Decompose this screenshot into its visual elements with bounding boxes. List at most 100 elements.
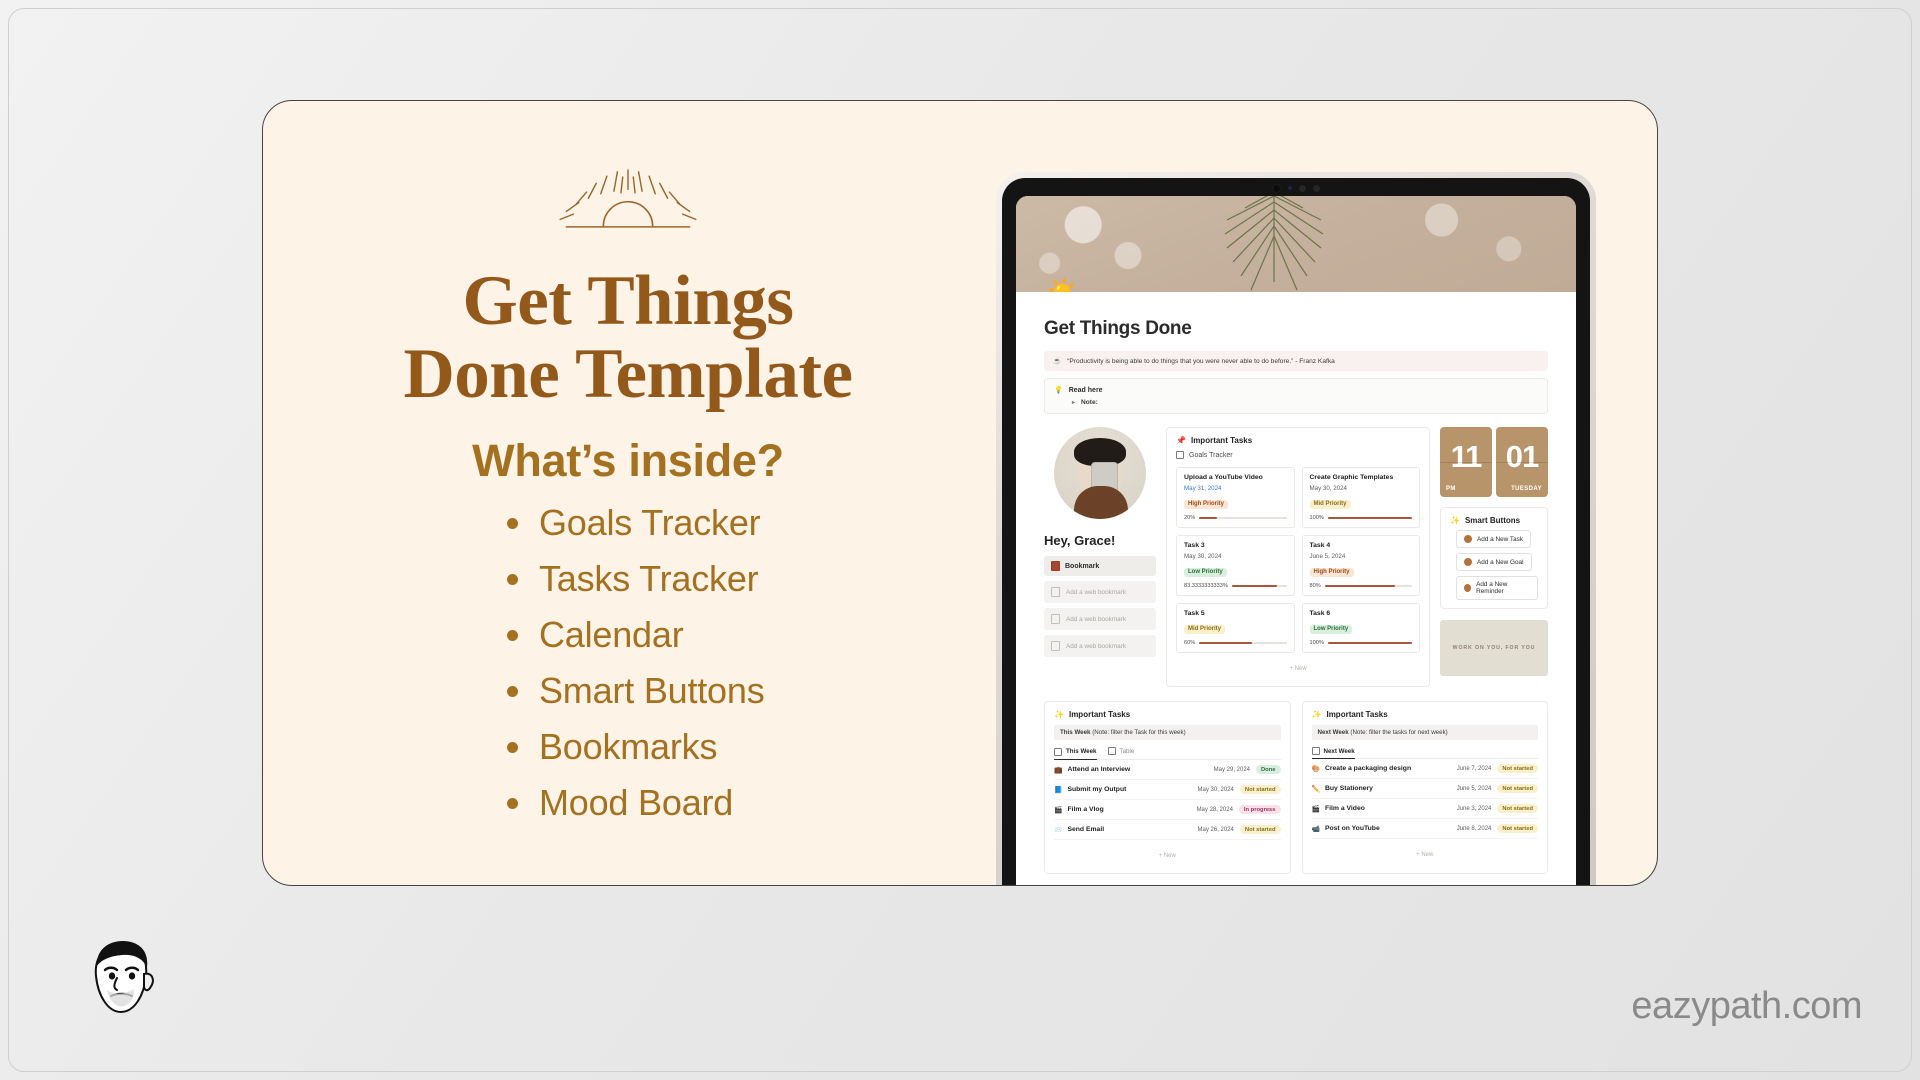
priority-badge: Mid Priority <box>1309 499 1351 509</box>
task-title: Task 3 <box>1184 542 1205 549</box>
important-tasks-column: 📌 Important Tasks Goals Tracker Upload a… <box>1166 427 1430 687</box>
tab-next-week[interactable]: Next Week <box>1311 747 1355 759</box>
task-emoji-icon: 🎬 <box>1054 806 1063 814</box>
callout-note-label: Note: <box>1081 399 1098 406</box>
pin-icon: 📌 <box>1176 436 1186 445</box>
clock-weekday: TUESDAY <box>1511 486 1542 492</box>
table-row[interactable]: 🎨 Create a packaging design June 7, 2024 … <box>1311 759 1538 779</box>
subheading: What’s inside? <box>472 434 784 486</box>
smart-buttons-panel: ✨ Smart Buttons Add a New Task Add a New… <box>1440 507 1548 609</box>
progress-percent: 83.3333333333% <box>1184 583 1228 589</box>
add-bookmark-row[interactable]: Add a web bookmark <box>1044 608 1156 630</box>
sunrise-icon <box>559 169 697 228</box>
progress-row: 60% <box>1184 640 1287 646</box>
profile-column: Hey, Grace! Bookmark Add a web bookmark <box>1044 427 1156 687</box>
task-emoji-icon: ✏️ <box>1311 785 1320 793</box>
add-new-task-button[interactable]: Add a New Task <box>1456 530 1532 548</box>
widgets-column: 11 PM 01 TUESDAY ✨ Smart Buttons Add a N… <box>1440 427 1548 687</box>
list-view-icon <box>1054 747 1062 756</box>
dashboard-row: Hey, Grace! Bookmark Add a web bookmark <box>1044 427 1548 687</box>
list-item: Tasks Tracker <box>503 560 993 597</box>
clock-hour-value: 11 <box>1450 439 1483 474</box>
table-row[interactable]: 🎬 Film a Vlog May 28, 2024 In progress <box>1054 800 1281 820</box>
status-badge: Not started <box>1497 784 1538 793</box>
promo-card: Get Things Done Template What’s inside? … <box>262 100 1658 886</box>
this-week-note-rest: (Note: filter the Task for this week) <box>1090 729 1186 736</box>
greeting-text: Hey, Grace! <box>1044 533 1116 548</box>
important-tasks-title-row: 📌 Important Tasks <box>1176 436 1420 445</box>
web-bookmark-icon <box>1051 587 1060 597</box>
notion-cover-image: ☀️ <box>1016 196 1576 292</box>
task-card[interactable]: Upload a YouTube Video May 31, 2024 High… <box>1176 467 1295 528</box>
task-card[interactable]: Task 5 Mid Priority 60% <box>1176 603 1295 653</box>
list-item: Goals Tracker <box>503 504 993 541</box>
list-view-icon <box>1311 747 1320 755</box>
table-row[interactable]: 📹 Post on YouTube June 8, 2024 Not starte… <box>1311 819 1538 839</box>
tab-label: Next Week <box>1323 747 1355 755</box>
tablet-sensor-row <box>1002 183 1590 193</box>
task-date-cell: May 28, 2024 <box>1196 806 1233 813</box>
task-card[interactable]: Task 4 June 5, 2024 High Priority 80% <box>1301 535 1420 596</box>
camera-icon <box>1272 183 1281 193</box>
bookmark-section-header: Bookmark <box>1044 556 1156 576</box>
page-title: Get Things Done Template <box>403 262 853 410</box>
table-row[interactable]: 📘 Submit my Output May 30, 2024 Not start… <box>1054 780 1281 800</box>
table-row[interactable]: 🎬 Film a Video June 3, 2024 Not started <box>1311 799 1538 819</box>
tablet-device: ☀️ Get Things Done ☕ “Productivity is be… <box>996 172 1596 885</box>
progress-row: 80% <box>1310 583 1412 589</box>
add-bookmark-row[interactable]: Add a web bookmark <box>1044 635 1156 657</box>
add-bookmark-label: Add a web bookmark <box>1066 615 1127 623</box>
callout-note-row[interactable]: ▸ Note: <box>1054 399 1538 406</box>
add-new-row-button[interactable]: + New <box>1312 846 1539 864</box>
goals-tracker-row[interactable]: Goals Tracker <box>1176 451 1420 459</box>
priority-badge: Mid Priority <box>1184 624 1226 634</box>
task-emoji-icon: 💼 <box>1054 766 1063 774</box>
task-card[interactable]: Task 6 Low Priority 100% <box>1301 603 1420 653</box>
headline-line-1: Get Things <box>462 262 794 340</box>
read-here-callout: 💡 Read here ▸ Note: <box>1044 378 1548 414</box>
this-week-note: This Week (Note: filter the Task for thi… <box>1054 725 1281 740</box>
add-new-row-button[interactable]: + New <box>1054 847 1281 865</box>
goals-tracker-label: Goals Tracker <box>1189 451 1233 459</box>
add-bookmark-row[interactable]: Add a web bookmark <box>1044 581 1156 603</box>
callout-title: Read here <box>1068 386 1103 394</box>
smart-button-label: Add a New Goal <box>1477 558 1524 566</box>
tab-label: Table <box>1119 747 1135 755</box>
task-emoji-icon: 📨 <box>1054 826 1063 834</box>
task-emoji-icon: 📘 <box>1054 786 1063 794</box>
task-card[interactable]: Create Graphic Templates May 30, 2024 Mi… <box>1301 467 1420 528</box>
progress-bar <box>1199 517 1287 519</box>
add-new-task-button[interactable]: + New <box>1176 660 1420 678</box>
important-tasks-title: Important Tasks <box>1190 436 1253 445</box>
clock-meridiem: PM <box>1446 486 1456 492</box>
add-new-goal-button[interactable]: Add a New Goal <box>1456 553 1532 571</box>
palm-frond-icon <box>1224 196 1323 291</box>
task-name-cell: 📨 Send Email <box>1054 826 1192 834</box>
task-card[interactable]: Task 3 May 30, 2024 Low Priority 83.3333… <box>1176 535 1295 596</box>
task-card-grid: Upload a YouTube Video May 31, 2024 High… <box>1176 467 1420 653</box>
chevron-right-icon[interactable]: ▸ <box>1072 399 1075 406</box>
tab-table[interactable]: Table <box>1107 747 1135 755</box>
status-badge: Not started <box>1497 824 1538 833</box>
add-new-reminder-button[interactable]: Add a New Reminder <box>1456 576 1538 600</box>
table-row[interactable]: 📨 Send Email May 26, 2024 Not started <box>1054 820 1281 840</box>
tab-label: This Week <box>1066 748 1097 755</box>
next-week-note-bold: Next Week <box>1317 729 1349 736</box>
task-date-cell: June 5, 2024 <box>1456 785 1492 792</box>
sparkles-icon: ✨ <box>1450 516 1460 525</box>
table-row[interactable]: ✏️ Buy Stationery June 5, 2024 Not starte… <box>1311 779 1538 799</box>
notion-page: Get Things Done ☕ “Productivity is being… <box>1016 292 1576 885</box>
sparkles-icon: ✨ <box>1311 710 1322 719</box>
clock-minute: 01 TUESDAY <box>1496 427 1548 497</box>
task-date-cell: June 7, 2024 <box>1456 765 1492 772</box>
task-title: Create Graphic Templates <box>1309 474 1394 481</box>
tab-this-week[interactable]: This Week <box>1054 747 1097 760</box>
task-name-cell: 🎬 Film a Vlog <box>1054 806 1191 814</box>
priority-badge: Low Priority <box>1309 624 1353 634</box>
task-name: Attend an Interview <box>1067 766 1131 773</box>
web-bookmark-icon <box>1051 641 1060 651</box>
flip-clock-widget: 11 PM 01 TUESDAY <box>1440 427 1548 497</box>
feature-list: Goals Tracker Tasks Tracker Calendar Sma… <box>263 504 993 841</box>
table-row[interactable]: 💼 Attend an Interview May 29, 2024 Done <box>1054 760 1281 780</box>
light-sensor-icon <box>1313 184 1320 192</box>
